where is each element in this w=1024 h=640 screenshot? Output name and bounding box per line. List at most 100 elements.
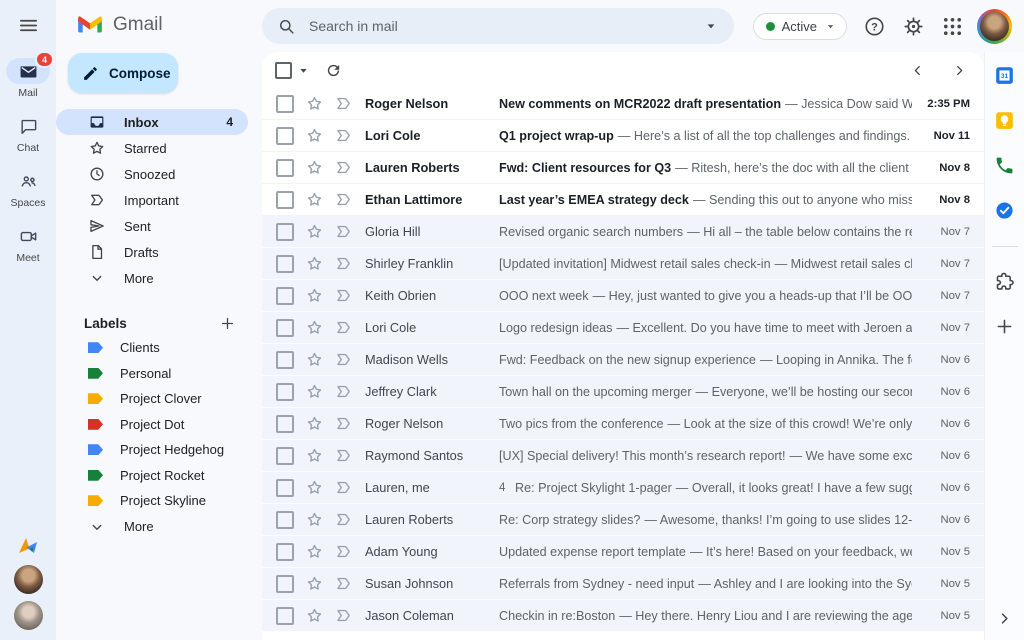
email-checkbox[interactable]	[276, 350, 294, 369]
email-row-ethan-lattimore[interactable]: Ethan Lattimore Last year’s EMEA strateg…	[262, 184, 984, 216]
google-apps-icon[interactable]	[941, 15, 964, 38]
email-checkbox[interactable]	[276, 254, 294, 273]
side-panel-app-add[interactable]	[994, 316, 1015, 337]
important-marker-icon[interactable]	[334, 542, 353, 561]
important-marker-icon[interactable]	[334, 318, 353, 337]
email-row-jason-coleman[interactable]: Jason Coleman Checkin in re:Boston — Hey …	[262, 600, 984, 632]
email-checkbox[interactable]	[276, 286, 294, 305]
star-icon[interactable]	[305, 254, 324, 273]
label-item-clients[interactable]: Clients	[56, 335, 262, 361]
newer-page-icon[interactable]	[909, 62, 926, 79]
important-marker-icon[interactable]	[334, 190, 353, 209]
important-marker-icon[interactable]	[334, 126, 353, 145]
sidebar-item-inbox[interactable]: Inbox 4	[56, 109, 248, 135]
email-row-lauren-me[interactable]: Lauren, me 4 Re: Project Skylight 1-page…	[262, 472, 984, 504]
star-icon[interactable]	[305, 574, 324, 593]
contact-avatar[interactable]	[13, 601, 43, 630]
side-panel-app-extensions[interactable]	[994, 271, 1015, 292]
contact-avatar[interactable]	[13, 565, 43, 594]
label-item-project-rocket[interactable]: Project Rocket	[56, 463, 262, 489]
rail-item-meet[interactable]: Meet	[6, 223, 50, 264]
label-item-project-clover[interactable]: Project Clover	[56, 386, 262, 412]
email-checkbox[interactable]	[276, 574, 294, 593]
email-checkbox[interactable]	[276, 222, 294, 241]
sidebar-item-more[interactable]: More	[56, 265, 248, 291]
email-checkbox[interactable]	[276, 510, 294, 529]
star-icon[interactable]	[305, 94, 324, 113]
important-marker-icon[interactable]	[334, 574, 353, 593]
email-checkbox[interactable]	[276, 382, 294, 401]
help-icon[interactable]: ?	[863, 15, 886, 38]
email-row-gloria-hill[interactable]: Gloria Hill Revised organic search numbe…	[262, 216, 984, 248]
email-checkbox[interactable]	[276, 126, 294, 145]
status-selector[interactable]: Active	[752, 12, 847, 40]
rail-item-chat[interactable]: Chat	[6, 113, 50, 154]
compose-button[interactable]: Compose	[68, 53, 178, 93]
email-row-shirley-franklin[interactable]: Shirley Franklin [Updated invitation] Mi…	[262, 248, 984, 280]
star-icon[interactable]	[305, 350, 324, 369]
email-row-madison-wells[interactable]: Madison Wells Fwd: Feedback on the new s…	[262, 344, 984, 376]
main-menu-icon[interactable]	[17, 14, 40, 37]
star-icon[interactable]	[305, 222, 324, 241]
important-marker-icon[interactable]	[334, 382, 353, 401]
email-checkbox[interactable]	[276, 478, 294, 497]
label-item-project-skyline[interactable]: Project Skyline	[56, 488, 262, 514]
rail-item-mail[interactable]: 4 Mail	[6, 51, 54, 99]
label-item-project-dot[interactable]: Project Dot	[56, 412, 262, 438]
star-icon[interactable]	[305, 126, 324, 145]
email-checkbox[interactable]	[276, 606, 294, 625]
star-icon[interactable]	[305, 414, 324, 433]
email-checkbox[interactable]	[276, 94, 294, 113]
email-row-adam-young[interactable]: Adam Young Updated expense report templa…	[262, 536, 984, 568]
email-row-lauren-roberts[interactable]: Lauren Roberts Fwd: Client resources for…	[262, 152, 984, 184]
label-item-project-hedgehog[interactable]: Project Hedgehog	[56, 437, 262, 463]
sidebar-item-drafts[interactable]: Drafts	[56, 239, 248, 265]
important-marker-icon[interactable]	[334, 222, 353, 241]
search-icon[interactable]	[277, 17, 296, 36]
star-icon[interactable]	[305, 510, 324, 529]
rail-item-spaces[interactable]: Spaces	[6, 168, 50, 209]
email-row-lori-cole[interactable]: Lori Cole Q1 project wrap-up — Here’s a l…	[262, 120, 984, 152]
side-panel-app-tasks[interactable]	[994, 200, 1015, 221]
star-icon[interactable]	[305, 382, 324, 401]
side-panel-app-calendar[interactable]: 31	[994, 65, 1015, 86]
email-row-roger-nelson[interactable]: Roger Nelson New comments on MCR2022 dra…	[262, 88, 984, 120]
important-marker-icon[interactable]	[334, 510, 353, 529]
show-side-panel-icon[interactable]	[995, 609, 1014, 628]
important-marker-icon[interactable]	[334, 414, 353, 433]
search-options-icon[interactable]	[703, 18, 719, 34]
email-row-lauren-roberts[interactable]: Lauren Roberts Re: Corp strategy slides?…	[262, 504, 984, 536]
profile-avatar[interactable]	[977, 8, 1012, 44]
important-marker-icon[interactable]	[334, 446, 353, 465]
important-marker-icon[interactable]	[334, 606, 353, 625]
select-options-icon[interactable]	[296, 63, 311, 78]
search-input[interactable]	[307, 17, 692, 35]
email-checkbox[interactable]	[276, 318, 294, 337]
sidebar-item-starred[interactable]: Starred	[56, 135, 248, 161]
email-row-keith-obrien[interactable]: Keith Obrien OOO next week — Hey, just wa…	[262, 280, 984, 312]
search-bar[interactable]	[262, 8, 734, 44]
star-icon[interactable]	[305, 606, 324, 625]
email-checkbox[interactable]	[276, 190, 294, 209]
email-checkbox[interactable]	[276, 158, 294, 177]
email-row-roger-nelson[interactable]: Roger Nelson Two pics from the conferenc…	[262, 408, 984, 440]
star-icon[interactable]	[305, 446, 324, 465]
labels-more[interactable]: More	[56, 514, 248, 540]
important-marker-icon[interactable]	[334, 94, 353, 113]
star-icon[interactable]	[305, 158, 324, 177]
email-checkbox[interactable]	[276, 414, 294, 433]
select-all-checkbox[interactable]	[275, 61, 292, 79]
important-marker-icon[interactable]	[334, 286, 353, 305]
add-label-icon[interactable]	[219, 315, 236, 332]
label-item-personal[interactable]: Personal	[56, 361, 262, 387]
refresh-icon[interactable]	[325, 62, 342, 79]
email-row-lori-cole[interactable]: Lori Cole Logo redesign ideas — Excellent…	[262, 312, 984, 344]
important-marker-icon[interactable]	[334, 478, 353, 497]
star-icon[interactable]	[305, 542, 324, 561]
sidebar-item-important[interactable]: Important	[56, 187, 248, 213]
settings-icon[interactable]	[902, 15, 925, 38]
email-checkbox[interactable]	[276, 542, 294, 561]
email-row-susan-johnson[interactable]: Susan Johnson Referrals from Sydney - ne…	[262, 568, 984, 600]
important-marker-icon[interactable]	[334, 158, 353, 177]
sidebar-item-sent[interactable]: Sent	[56, 213, 248, 239]
